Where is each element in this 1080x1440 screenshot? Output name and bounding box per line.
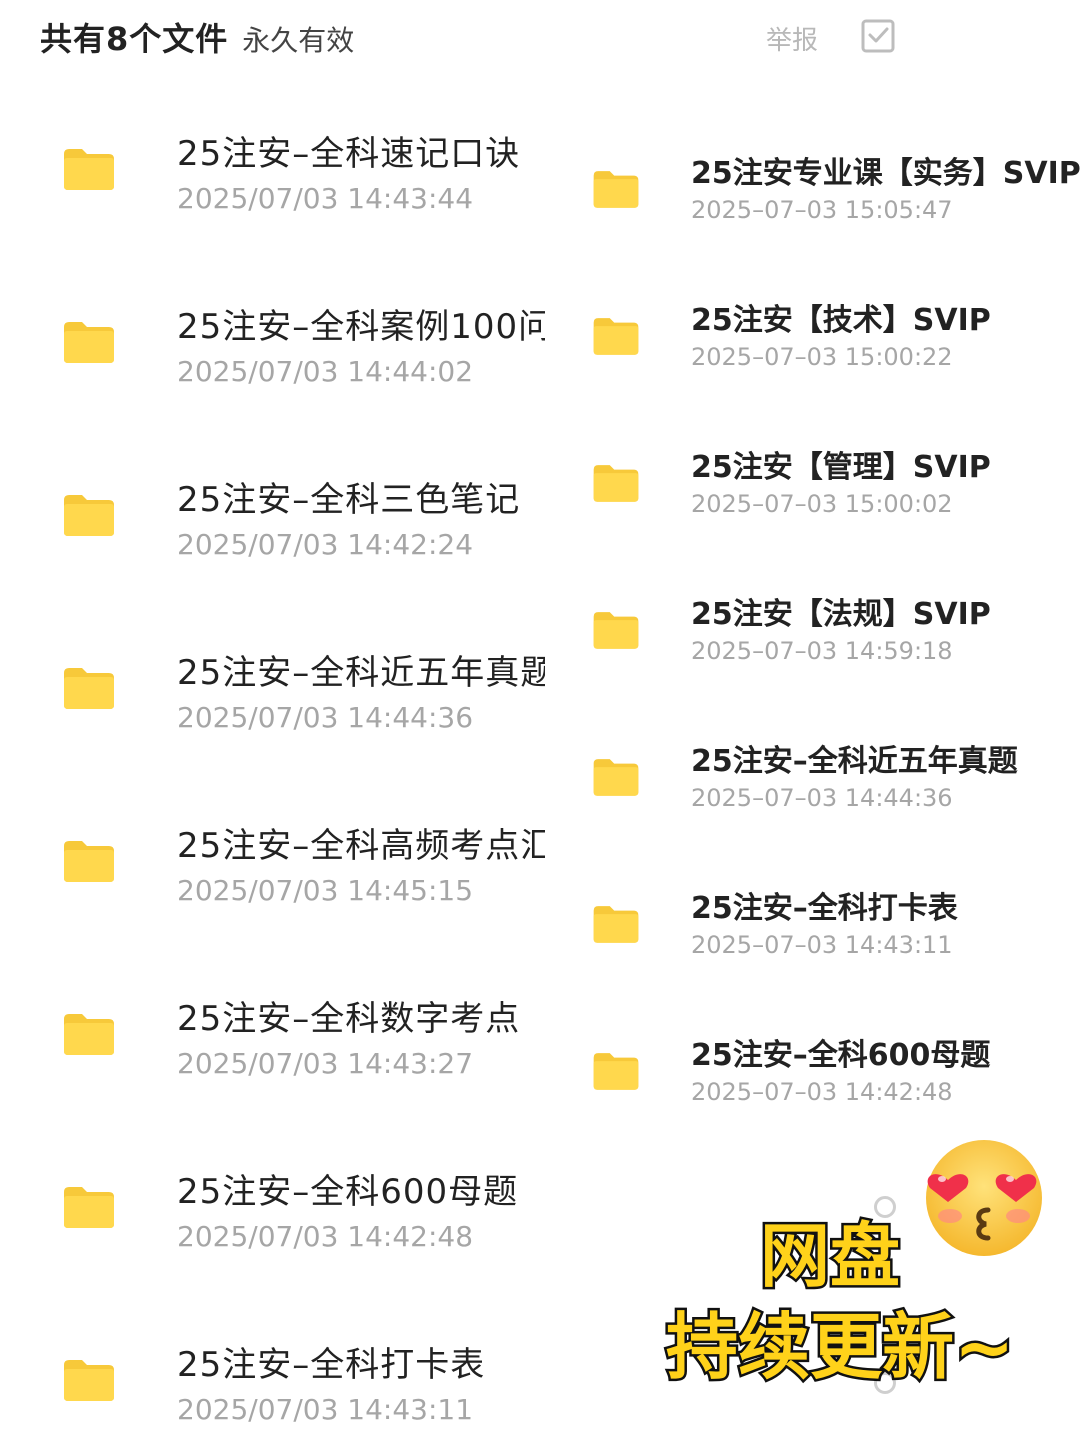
file-row[interactable]: 25注安–全科近五年真题 2025–07–03 14:44:36 — [560, 718, 1080, 865]
folder-icon — [593, 612, 639, 649]
file-row[interactable]: 25注安–全科近五年真题 2025/07/03 14:44:36 — [0, 619, 545, 792]
file-name: 25注安–全科近五年真题 — [177, 653, 545, 693]
file-name: 25注安–全科高频考点汇总 — [177, 826, 545, 866]
folder-icon — [64, 495, 114, 536]
left-file-list: 25注安–全科速记口诀 2025/07/03 14:43:44 25注安–全科案例1… — [0, 0, 545, 1440]
file-timestamp: 2025/07/03 14:44:36 — [177, 701, 474, 734]
folder-icon — [64, 841, 114, 882]
file-name: 25注安【管理】SVIP — [691, 450, 991, 485]
folder-icon — [593, 465, 639, 502]
folder-icon — [593, 171, 639, 208]
file-timestamp: 2025–07–03 14:59:18 — [691, 637, 953, 665]
file-name: 25注安–全科三色笔记 — [177, 480, 521, 520]
file-timestamp: 2025–07–03 14:44:36 — [691, 784, 953, 812]
file-name: 25注安–全科打卡表 — [177, 1345, 486, 1385]
file-row[interactable]: 25注安【法规】SVIP 2025–07–03 14:59:18 — [560, 571, 1080, 718]
file-timestamp: 2025/07/03 14:43:11 — [177, 1393, 474, 1426]
file-timestamp: 2025–07–03 15:05:47 — [691, 196, 953, 224]
file-name: 25注安–全科案例100问 — [177, 307, 545, 347]
file-row[interactable]: 25注安–全科高频考点汇总 2025/07/03 14:45:15 — [0, 792, 545, 965]
folder-icon — [64, 322, 114, 363]
folder-icon — [64, 149, 114, 190]
file-name: 25注安–全科速记口诀 — [177, 134, 521, 174]
file-row[interactable]: 25注安专业课【实务】SVIP 2025–07–03 15:05:47 — [560, 130, 1080, 277]
file-row[interactable]: 25注安–全科打卡表 2025–07–03 14:43:11 — [560, 865, 1080, 1012]
file-name: 25注安–全科近五年真题 — [691, 744, 1018, 779]
file-timestamp: 2025–07–03 14:42:48 — [691, 1078, 953, 1106]
file-timestamp: 2025/07/03 14:42:48 — [177, 1220, 474, 1253]
folder-icon — [64, 1360, 114, 1401]
file-timestamp: 2025–07–03 15:00:02 — [691, 490, 953, 518]
file-row[interactable]: 25注安–全科数字考点 2025/07/03 14:43:27 — [0, 965, 545, 1138]
file-name: 25注安–全科打卡表 — [691, 891, 958, 926]
file-name: 25注安【法规】SVIP — [691, 597, 991, 632]
file-name: 25注安–全科600母题 — [177, 1172, 519, 1212]
file-timestamp: 2025/07/03 14:44:02 — [177, 355, 474, 388]
file-row[interactable]: 25注安–全科速记口诀 2025/07/03 14:43:44 — [0, 100, 545, 273]
folder-icon — [593, 318, 639, 355]
file-row[interactable]: 25注安【技术】SVIP 2025–07–03 15:00:22 — [560, 277, 1080, 424]
folder-icon — [593, 1053, 639, 1090]
file-row[interactable]: 25注安–全科三色笔记 2025/07/03 14:42:24 — [0, 446, 545, 619]
folder-icon — [64, 668, 114, 709]
file-timestamp: 2025/07/03 14:43:44 — [177, 182, 474, 215]
file-row[interactable]: 25注安–全科打卡表 2025/07/03 14:43:11 — [0, 1311, 545, 1440]
file-name: 25注安【技术】SVIP — [691, 303, 991, 338]
file-timestamp: 2025–07–03 15:00:22 — [691, 343, 953, 371]
file-row[interactable]: 25注安【管理】SVIP 2025–07–03 15:00:02 — [560, 424, 1080, 571]
file-timestamp: 2025/07/03 14:43:27 — [177, 1047, 474, 1080]
file-name: 25注安专业课【实务】SVIP — [691, 156, 1080, 191]
file-row[interactable]: 25注安–全科案例100问 2025/07/03 14:44:02 — [0, 273, 545, 446]
folder-icon — [64, 1187, 114, 1228]
file-timestamp: 2025/07/03 14:45:15 — [177, 874, 474, 907]
file-timestamp: 2025/07/03 14:42:24 — [177, 528, 474, 561]
folder-icon — [64, 1014, 114, 1055]
sticker-text-line1: 网盘 — [758, 1213, 903, 1300]
file-name: 25注安–全科600母题 — [691, 1038, 991, 1073]
sticker-text-line2: 持续更新~ — [663, 1303, 1016, 1392]
folder-icon — [593, 906, 639, 943]
file-name: 25注安–全科数字考点 — [177, 999, 521, 1039]
file-timestamp: 2025–07–03 14:43:11 — [691, 931, 953, 959]
update-sticker: 网盘 持续更新~ — [660, 1130, 1070, 1410]
heart-eyes-kiss-emoji-icon — [926, 1140, 1042, 1256]
file-row[interactable]: 25注安–全科600母题 2025/07/03 14:42:48 — [0, 1138, 545, 1311]
folder-icon — [593, 759, 639, 796]
